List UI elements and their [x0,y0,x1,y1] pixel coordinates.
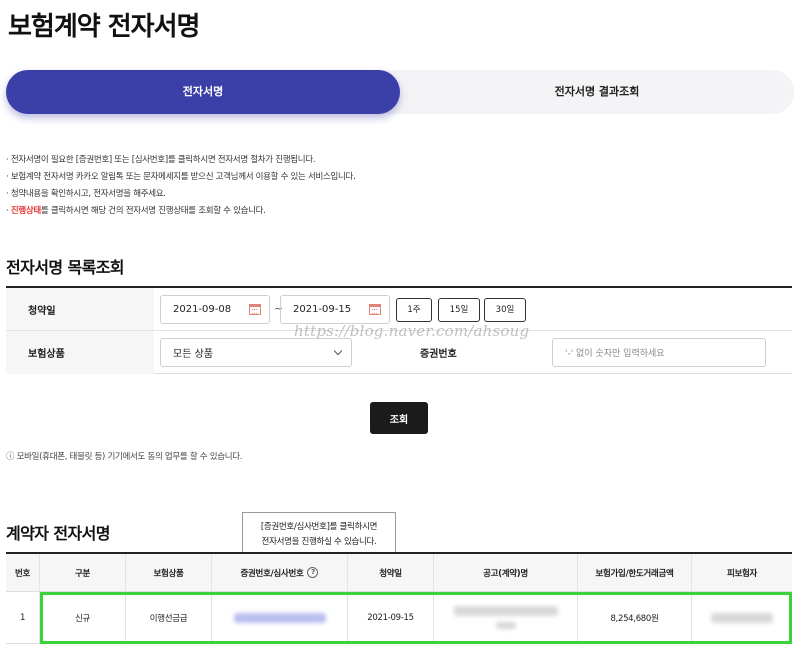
chevron-down-icon [333,346,343,356]
result-table: 번호 구분 보험상품 증권번호/심사번호? 청약일 공고(계약)명 보험가입/한… [6,552,792,644]
redacted-contract-name [453,606,558,616]
info-icon: ⓘ [6,452,15,462]
column-header: 공고(계약)명 [434,554,578,591]
product-select[interactable]: 모든 상품 [160,338,352,367]
notice-item: · 보험계약 전자서명 카카오 알림톡 또는 문자메세지를 받으신 고객님께서 … [6,172,356,182]
row-contract-name [434,592,578,643]
row-amount: 8,254,680원 [578,592,692,643]
product-label: 보험상품 [6,331,154,374]
column-header: 피보험자 [726,568,758,579]
results-section-title: 계약자 전자서명 [6,524,110,543]
table-header: 번호 구분 보험상품 증권번호/심사번호? 청약일 공고(계약)명 보험가입/한… [6,554,792,592]
notice-list: · 전자서명이 필요한 [증권번호] 또는 [심사번호]를 클릭하시면 전자서명… [6,152,356,220]
notice-item: · 청약내용을 확인하시고, 전자서명을 해주세요. [6,189,166,199]
row-date: 2021-09-15 [348,592,434,643]
notice-item: · 진행상태를 클릭하시면 해당 건의 전자서명 진행상태를 조회할 수 있습니… [6,206,266,216]
row-product: 이행선금급 [126,592,212,643]
policy-number-link[interactable] [212,592,348,643]
row-insured [692,592,792,643]
calendar-icon[interactable] [249,304,261,315]
search-section-title: 전자서명 목록조회 [6,258,125,277]
column-header: 증권번호/심사번호? [212,554,348,591]
calendar-icon[interactable] [369,304,381,315]
help-icon[interactable]: ? [307,567,319,578]
column-header: 청약일 [348,554,434,591]
column-header: 보험가입/한도거래금액 [578,554,692,591]
search-form: 청약일 2021-09-08 ~ 2021-09-15 1주 15일 30일 보… [6,286,792,374]
watermark: https://blog.naver.com/ahsoug [294,322,530,340]
redacted-contract-name [495,622,516,629]
redacted-insured-name [710,612,773,623]
mobile-note: ⓘ 모바일(휴대폰, 태블릿 등) 기기에서도 동의 업무를 할 수 있습니다. [6,452,243,462]
column-header: 구분 [40,554,126,591]
date-label: 청약일 [6,288,154,330]
table-row[interactable]: 1 신규 이행선금급 2021-09-15 8,254,680원 [6,592,792,644]
tab-esign-result[interactable]: 전자서명 결과조회 [400,70,794,114]
redacted-policy-number[interactable] [233,612,326,623]
policy-number-input[interactable]: '-' 없이 숫자만 입력하세요 [552,338,766,367]
row-number: 1 [6,592,40,643]
row-type: 신규 [40,592,126,643]
column-header: 보험상품 [126,554,212,591]
notice-item: · 전자서명이 필요한 [증권번호] 또는 [심사번호]를 클릭하시면 전자서명… [6,155,316,165]
start-date-input[interactable]: 2021-09-08 [160,295,270,324]
period-1week-button[interactable]: 1주 [396,298,432,322]
search-button[interactable]: 조회 [370,402,428,434]
end-date-input[interactable]: 2021-09-15 [280,295,390,324]
status-keyword: 진행상태 [10,206,41,216]
column-header: 번호 [6,554,40,591]
tab-esign[interactable]: 전자서명 [6,70,400,114]
period-15days-button[interactable]: 15일 [438,298,480,322]
page-title: 보험계약 전자서명 [8,12,200,42]
tab-bar: 전자서명 전자서명 결과조회 [6,70,794,114]
period-30days-button[interactable]: 30일 [484,298,526,322]
